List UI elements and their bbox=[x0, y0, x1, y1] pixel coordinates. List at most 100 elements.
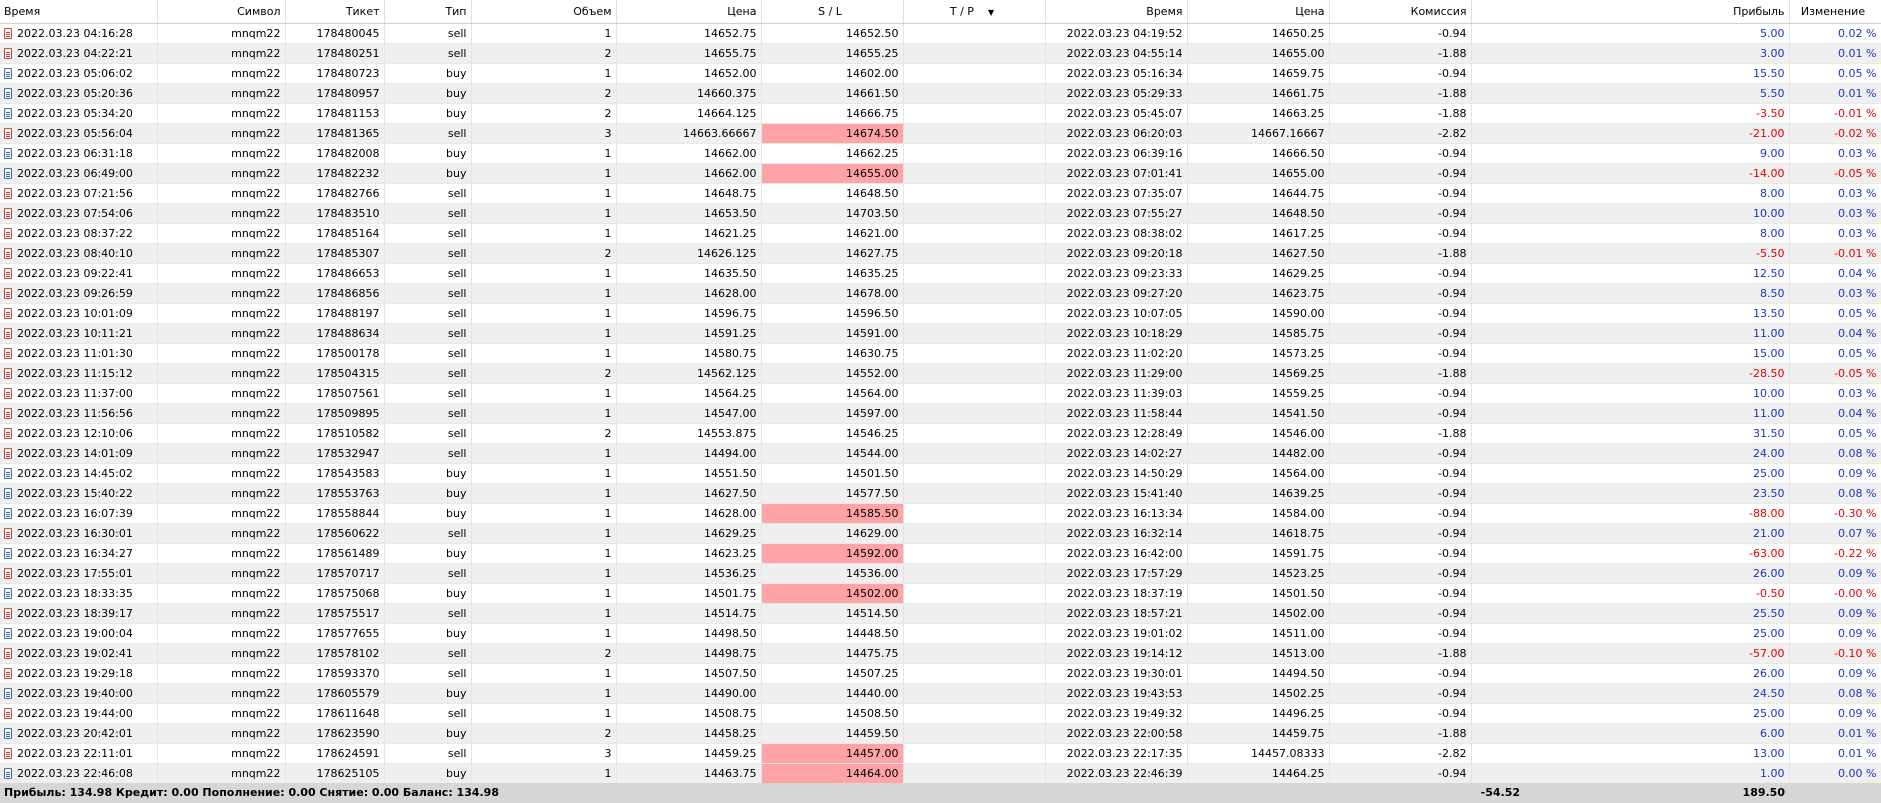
table-row[interactable]: 2022.03.23 18:39:17 mnqm22 178575517 sell 1 1… bbox=[0, 603, 1881, 624]
table-row[interactable]: 2022.03.23 04:16:28 mnqm22 178480045 sell 1 1… bbox=[0, 23, 1881, 44]
col-header-sl[interactable]: S / L bbox=[761, 0, 904, 24]
table-row[interactable]: 2022.03.23 09:22:41 mnqm22 178486653 sell 1 1… bbox=[0, 263, 1881, 284]
cell-ticket: 178623590 bbox=[285, 723, 385, 744]
cell-open-price: 14660.375 bbox=[616, 83, 762, 104]
cell-commission: -0.94 bbox=[1329, 443, 1472, 464]
table-row[interactable]: 2022.03.23 14:01:09 mnqm22 178532947 sell 1 1… bbox=[0, 443, 1881, 464]
table-row[interactable]: 2022.03.23 11:15:12 mnqm22 178504315 sell 2 1… bbox=[0, 363, 1881, 384]
col-header-commission[interactable]: Комиссия bbox=[1329, 0, 1472, 24]
table-row[interactable]: 2022.03.23 07:54:06 mnqm22 178483510 sell 1 1… bbox=[0, 203, 1881, 224]
table-row[interactable]: 2022.03.23 19:29:18 mnqm22 178593370 sell 1 1… bbox=[0, 663, 1881, 684]
cell-type: sell bbox=[384, 703, 472, 724]
cell-symbol: mnqm22 bbox=[157, 363, 286, 384]
table-row[interactable]: 2022.03.23 08:37:22 mnqm22 178485164 sell 1 1… bbox=[0, 223, 1881, 244]
table-row[interactable]: 2022.03.23 12:10:06 mnqm22 178510582 sell 2 1… bbox=[0, 423, 1881, 444]
table-row[interactable]: 2022.03.23 11:37:00 mnqm22 178507561 sell 1 1… bbox=[0, 383, 1881, 404]
open-time-text: 2022.03.23 18:39:17 bbox=[17, 607, 133, 620]
table-row[interactable]: 2022.03.23 22:46:08 mnqm22 178625105 buy 1 14… bbox=[0, 763, 1881, 784]
table-row[interactable]: 2022.03.23 08:40:10 mnqm22 178485307 sell 2 1… bbox=[0, 243, 1881, 264]
col-header-type[interactable]: Тип bbox=[384, 0, 472, 24]
table-row[interactable]: 2022.03.23 20:42:01 mnqm22 178623590 buy 2 14… bbox=[0, 723, 1881, 744]
col-header-change[interactable]: Изменение bbox=[1789, 0, 1881, 24]
cell-open-price: 14490.00 bbox=[616, 683, 762, 704]
table-row[interactable]: 2022.03.23 05:20:36 mnqm22 178480957 buy 2 14… bbox=[0, 83, 1881, 104]
cell-commission: -0.94 bbox=[1329, 583, 1472, 604]
cell-close-price: 14590.00 bbox=[1187, 303, 1330, 324]
cell-commission: -1.88 bbox=[1329, 423, 1472, 444]
table-row[interactable]: 2022.03.23 11:56:56 mnqm22 178509895 sell 1 1… bbox=[0, 403, 1881, 424]
cell-sl: 14635.25 bbox=[761, 263, 904, 284]
col-header-tp[interactable]: T / P ▼ bbox=[903, 0, 1046, 24]
col-header-volume[interactable]: Объем bbox=[471, 0, 617, 24]
cell-commission: -0.94 bbox=[1329, 603, 1472, 624]
table-row[interactable]: 2022.03.23 17:55:01 mnqm22 178570717 sell 1 1… bbox=[0, 563, 1881, 584]
table-row[interactable]: 2022.03.23 18:33:35 mnqm22 178575068 buy 1 14… bbox=[0, 583, 1881, 604]
cell-close-price: 14502.00 bbox=[1187, 603, 1330, 624]
table-row[interactable]: 2022.03.23 10:11:21 mnqm22 178488634 sell 1 1… bbox=[0, 323, 1881, 344]
table-row[interactable]: 2022.03.23 06:31:18 mnqm22 178482008 buy 1 14… bbox=[0, 143, 1881, 164]
cell-ticket: 178480045 bbox=[285, 23, 385, 44]
cell-close-price: 14648.50 bbox=[1187, 203, 1330, 224]
cell-symbol: mnqm22 bbox=[157, 43, 286, 64]
table-row[interactable]: 2022.03.23 10:01:09 mnqm22 178488197 sell 1 1… bbox=[0, 303, 1881, 324]
table-row[interactable]: 2022.03.23 19:02:41 mnqm22 178578102 sell 2 1… bbox=[0, 643, 1881, 664]
open-time-text: 2022.03.23 11:01:30 bbox=[17, 347, 133, 360]
cell-sl: 14630.75 bbox=[761, 343, 904, 364]
table-row[interactable]: 2022.03.23 05:34:20 mnqm22 178481153 buy 2 14… bbox=[0, 103, 1881, 124]
sell-deal-icon bbox=[4, 288, 12, 299]
cell-close-price: 14585.75 bbox=[1187, 323, 1330, 344]
cell-volume: 1 bbox=[471, 563, 617, 584]
cell-open-price: 14652.75 bbox=[616, 23, 762, 44]
cell-change: 0.03 % bbox=[1789, 283, 1881, 304]
table-row[interactable]: 2022.03.23 19:44:00 mnqm22 178611648 sell 1 1… bbox=[0, 703, 1881, 724]
col-header-profit[interactable]: Прибыль bbox=[1471, 0, 1790, 24]
cell-profit: 31.50 bbox=[1471, 423, 1790, 444]
open-time-text: 2022.03.23 11:56:56 bbox=[17, 407, 133, 420]
table-row[interactable]: 2022.03.23 04:22:21 mnqm22 178480251 sell 2 1… bbox=[0, 43, 1881, 64]
col-header-ticket[interactable]: Тикет bbox=[285, 0, 385, 24]
cell-type: buy bbox=[384, 623, 472, 644]
cell-sl: 14564.00 bbox=[761, 383, 904, 404]
cell-close-time: 2022.03.23 17:57:29 bbox=[1045, 563, 1188, 584]
cell-sl: 14703.50 bbox=[761, 203, 904, 224]
table-row[interactable]: 2022.03.23 22:11:01 mnqm22 178624591 sell 3 1… bbox=[0, 743, 1881, 764]
sell-deal-icon bbox=[4, 428, 12, 439]
table-row[interactable]: 2022.03.23 06:49:00 mnqm22 178482232 buy 1 14… bbox=[0, 163, 1881, 184]
cell-open-time: 2022.03.23 11:01:30 bbox=[0, 343, 158, 364]
cell-change: 0.08 % bbox=[1789, 683, 1881, 704]
col-header-close-price[interactable]: Цена bbox=[1187, 0, 1330, 24]
col-header-open-price[interactable]: Цена bbox=[616, 0, 762, 24]
trade-history-table: Время Символ Тикет Тип Объем Цена S / L … bbox=[0, 0, 1881, 784]
cell-profit: 12.50 bbox=[1471, 263, 1790, 284]
table-row[interactable]: 2022.03.23 11:01:30 mnqm22 178500178 sell 1 1… bbox=[0, 343, 1881, 364]
buy-deal-icon bbox=[4, 108, 12, 119]
cell-close-time: 2022.03.23 18:57:21 bbox=[1045, 603, 1188, 624]
cell-ticket: 178480251 bbox=[285, 43, 385, 64]
cell-change: 0.02 % bbox=[1789, 23, 1881, 44]
table-row[interactable]: 2022.03.23 14:45:02 mnqm22 178543583 buy 1 14… bbox=[0, 463, 1881, 484]
table-row[interactable]: 2022.03.23 05:06:02 mnqm22 178480723 buy 1 14… bbox=[0, 63, 1881, 84]
table-row[interactable]: 2022.03.23 16:30:01 mnqm22 178560622 sell 1 1… bbox=[0, 523, 1881, 544]
cell-open-time: 2022.03.23 11:37:00 bbox=[0, 383, 158, 404]
cell-change: 0.03 % bbox=[1789, 143, 1881, 164]
cell-volume: 1 bbox=[471, 523, 617, 544]
open-time-text: 2022.03.23 04:16:28 bbox=[17, 27, 133, 40]
table-row[interactable]: 2022.03.23 07:21:56 mnqm22 178482766 sell 1 1… bbox=[0, 183, 1881, 204]
col-header-close-time[interactable]: Время bbox=[1045, 0, 1188, 24]
table-row[interactable]: 2022.03.23 16:34:27 mnqm22 178561489 buy 1 14… bbox=[0, 543, 1881, 564]
cell-close-time: 2022.03.23 14:02:27 bbox=[1045, 443, 1188, 464]
cell-ticket: 178482008 bbox=[285, 143, 385, 164]
table-row[interactable]: 2022.03.23 19:00:04 mnqm22 178577655 buy 1 14… bbox=[0, 623, 1881, 644]
cell-profit: 23.50 bbox=[1471, 483, 1790, 504]
col-header-symbol[interactable]: Символ bbox=[157, 0, 286, 24]
table-row[interactable]: 2022.03.23 05:56:04 mnqm22 178481365 sell 3 1… bbox=[0, 123, 1881, 144]
col-header-open-time[interactable]: Время bbox=[0, 0, 158, 24]
cell-close-price: 14457.08333 bbox=[1187, 743, 1330, 764]
table-row[interactable]: 2022.03.23 19:40:00 mnqm22 178605579 buy 1 14… bbox=[0, 683, 1881, 704]
cell-symbol: mnqm22 bbox=[157, 163, 286, 184]
cell-open-time: 2022.03.23 20:42:01 bbox=[0, 723, 158, 744]
table-row[interactable]: 2022.03.23 09:26:59 mnqm22 178486856 sell 1 1… bbox=[0, 283, 1881, 304]
cell-tp bbox=[903, 563, 1046, 584]
table-row[interactable]: 2022.03.23 15:40:22 mnqm22 178553763 buy 1 14… bbox=[0, 483, 1881, 504]
table-row[interactable]: 2022.03.23 16:07:39 mnqm22 178558844 buy 1 14… bbox=[0, 503, 1881, 524]
